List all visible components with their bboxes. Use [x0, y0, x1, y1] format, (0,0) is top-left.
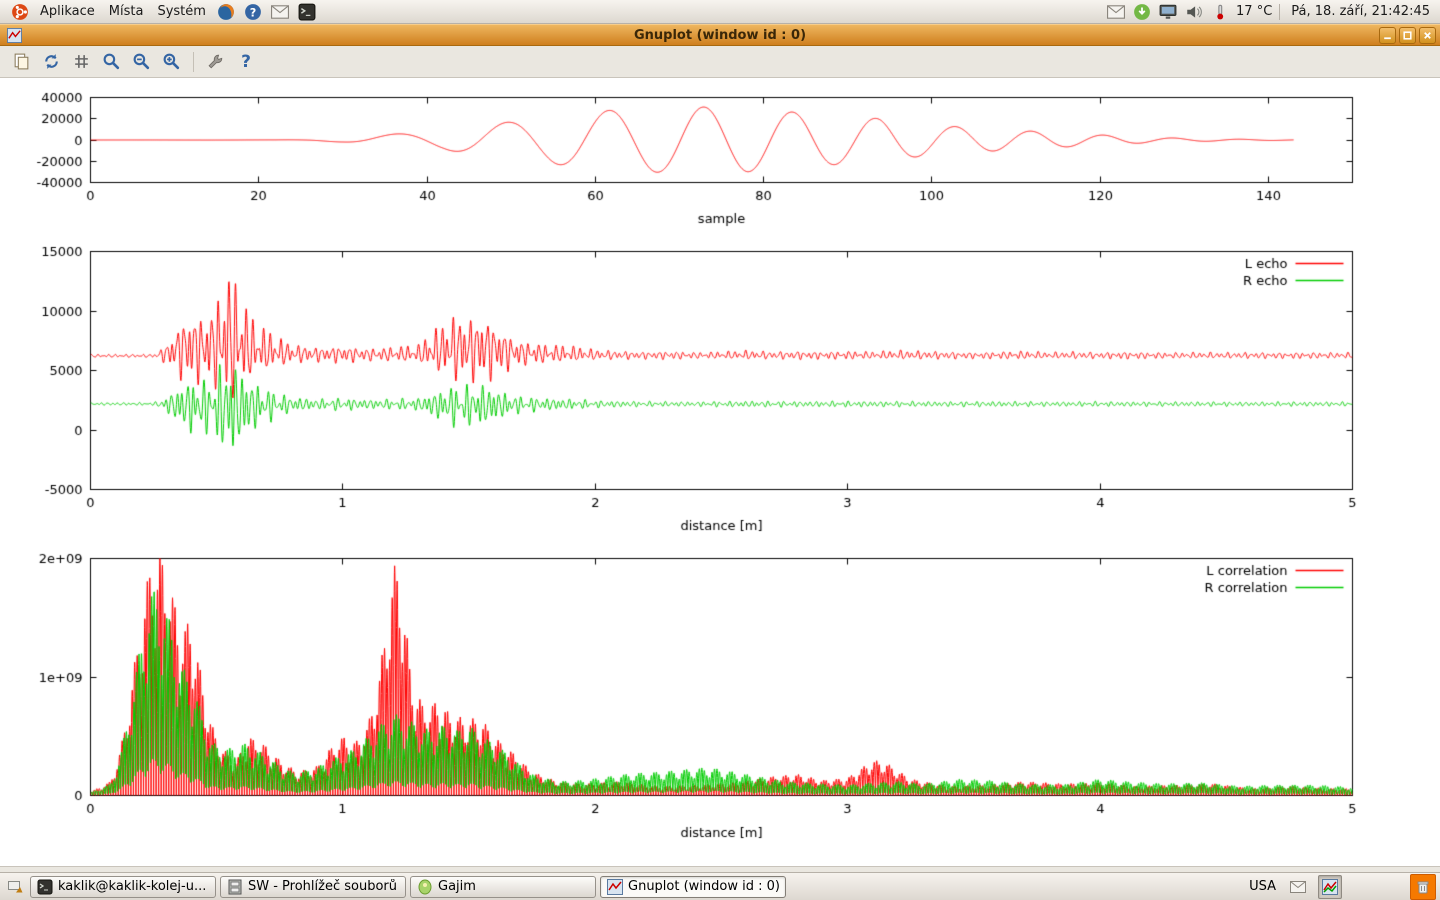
copy-to-clipboard-button[interactable] [8, 49, 34, 75]
help-icon: ? [241, 52, 251, 72]
menu-places[interactable]: Místa [102, 2, 151, 21]
plot-area [0, 78, 1440, 866]
top-panel: Aplikace Místa Systém ? 17 °C Pá, 18. zá… [0, 0, 1440, 24]
taskbar: kaklik@kaklik-kolej-u... SW - Prohlížeč … [0, 872, 1440, 900]
thermometer-icon [1210, 2, 1229, 21]
task-button-file-browser[interactable]: SW - Prohlížeč souborů [220, 876, 406, 898]
maximize-button[interactable] [1399, 27, 1416, 44]
zoom-next-button[interactable] [128, 49, 154, 75]
task-button-gnuplot[interactable]: Gnuplot (window id : 0) [600, 876, 786, 898]
ubuntu-logo-icon[interactable] [10, 2, 29, 21]
update-manager-icon[interactable] [1132, 2, 1151, 21]
minimize-button[interactable] [1379, 27, 1396, 44]
gajim-icon [417, 879, 433, 895]
taskbar-right: USA [1247, 874, 1436, 900]
task-button-gajim[interactable]: Gajim [410, 876, 596, 898]
firefox-icon[interactable] [217, 2, 236, 21]
gnuplot-window-icon [7, 28, 22, 43]
help-browser-icon[interactable]: ? [244, 2, 263, 21]
tray-separator [1279, 4, 1280, 20]
mail-icon [1290, 879, 1306, 895]
task-button-label: Gajim [438, 879, 476, 894]
task-button-terminal[interactable]: kaklik@kaklik-kolej-u... [30, 876, 216, 898]
menu-system[interactable]: Systém [150, 2, 212, 21]
titlebar[interactable]: Gnuplot (window id : 0) [0, 24, 1440, 46]
help-button[interactable]: ? [233, 49, 259, 75]
task-button-label: kaklik@kaklik-kolej-u... [58, 879, 206, 894]
system-tray: 17 °C Pá, 18. září, 21:42:45 [1106, 2, 1434, 21]
toggle-grid-button[interactable] [68, 49, 94, 75]
autoscale-zoom-button[interactable] [158, 49, 184, 75]
gnuplot-toolbar: ? [0, 46, 1440, 78]
keyboard-layout-indicator[interactable]: USA [1247, 879, 1278, 894]
terminal-launcher-icon[interactable] [298, 2, 317, 21]
trash-icon [1415, 879, 1431, 895]
mail-notification-icon[interactable] [1106, 2, 1125, 21]
window-controls [1379, 27, 1436, 44]
window-title: Gnuplot (window id : 0) [0, 28, 1440, 43]
display-settings-icon[interactable] [1158, 2, 1177, 21]
menu-applications[interactable]: Aplikace [33, 2, 102, 21]
trash-button[interactable] [1410, 874, 1436, 900]
close-button[interactable] [1419, 27, 1436, 44]
volume-icon[interactable] [1184, 2, 1203, 21]
show-desktop-icon[interactable] [4, 876, 26, 898]
task-button-label: SW - Prohlížeč souborů [248, 879, 397, 894]
temperature-readout[interactable]: 17 °C [1236, 4, 1272, 19]
replot-refresh-button[interactable] [38, 49, 64, 75]
gnuplot-canvas[interactable] [0, 78, 1440, 866]
chart-tray-button[interactable] [1318, 875, 1342, 899]
configure-wrench-button[interactable] [203, 49, 229, 75]
chart-icon [1322, 879, 1338, 895]
file-cabinet-icon [227, 879, 243, 895]
clock[interactable]: Pá, 18. září, 21:42:45 [1287, 4, 1434, 19]
gnuplot-icon [607, 879, 623, 895]
terminal-icon [37, 879, 53, 895]
gnuplot-window: Gnuplot (window id : 0) [0, 24, 1440, 872]
svg-text:?: ? [250, 6, 257, 19]
mail-launcher-icon[interactable] [271, 2, 290, 21]
mail-tray-button[interactable] [1286, 875, 1310, 899]
zoom-previous-button[interactable] [98, 49, 124, 75]
toolbar-separator [193, 52, 194, 72]
task-button-label: Gnuplot (window id : 0) [628, 879, 779, 894]
